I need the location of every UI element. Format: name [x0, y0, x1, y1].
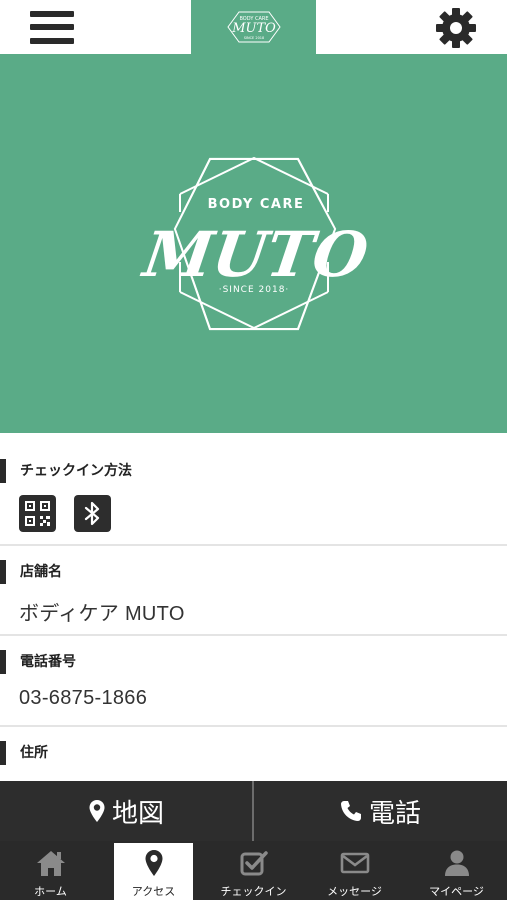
address-section: 住所	[0, 727, 507, 787]
tab-message-label: メッセージ	[327, 885, 382, 898]
settings-gear-icon[interactable]	[434, 7, 478, 49]
header-logo-main-text: MUTO	[231, 21, 276, 36]
tab-home-label: ホーム	[34, 885, 67, 898]
shop-name-title: 店舗名	[0, 560, 62, 584]
envelope-icon	[340, 848, 370, 878]
tab-access-label: アクセス	[131, 885, 176, 898]
header-logo[interactable]: BODY CARE MUTO SINCE 2018	[191, 0, 316, 54]
tab-access[interactable]: アクセス	[114, 843, 193, 900]
header-logo-bottom-text: SINCE 2018	[243, 36, 264, 40]
phone-value[interactable]: 03-6875-1866	[19, 687, 147, 710]
tab-checkin[interactable]: チェックイン	[203, 841, 304, 900]
user-icon	[443, 848, 471, 878]
action-bar: 地図 電話	[0, 781, 507, 841]
bottom-tab-bar: ホーム アクセス チェックイン メッセージ マイページ	[0, 841, 507, 900]
call-button-label: 電話	[368, 798, 421, 829]
hero-banner: BODY CARE MUTO ·SINCE 2018·	[0, 54, 507, 433]
tab-checkin-label: チェックイン	[220, 885, 287, 898]
phone-title: 電話番号	[0, 650, 76, 674]
home-icon	[35, 848, 67, 878]
hamburger-menu-icon[interactable]	[30, 9, 74, 46]
tab-home[interactable]: ホーム	[0, 841, 101, 900]
phone-icon	[339, 799, 363, 823]
address-title: 住所	[0, 741, 48, 765]
app-header: BODY CARE MUTO SINCE 2018	[0, 0, 507, 54]
map-button[interactable]: 地図	[0, 781, 252, 841]
map-pin-icon	[144, 848, 164, 878]
phone-section: 電話番号 03-6875-1866	[0, 636, 507, 727]
hero-logo-main-text: MUTO	[137, 218, 372, 291]
shop-name-section: 店舗名 ボディケア MUTO	[0, 546, 507, 636]
shop-name-value: ボディケア MUTO	[19, 603, 185, 625]
tab-mypage[interactable]: マイページ	[406, 841, 507, 900]
checkbox-icon	[239, 848, 269, 878]
map-button-label: 地図	[111, 798, 164, 829]
map-pin-icon	[88, 799, 106, 823]
tab-message[interactable]: メッセージ	[304, 841, 405, 900]
hero-logo-top-text: BODY CARE	[208, 197, 305, 212]
tab-mypage-label: マイページ	[429, 885, 484, 898]
checkin-method-title: チェックイン方法	[0, 459, 132, 483]
qr-code-icon	[19, 495, 56, 532]
bluetooth-icon	[74, 495, 111, 532]
hero-logo-bottom-text: ·SINCE 2018·	[219, 285, 290, 295]
hero-logo: BODY CARE MUTO ·SINCE 2018·	[137, 156, 372, 331]
call-button[interactable]: 電話	[254, 781, 506, 841]
